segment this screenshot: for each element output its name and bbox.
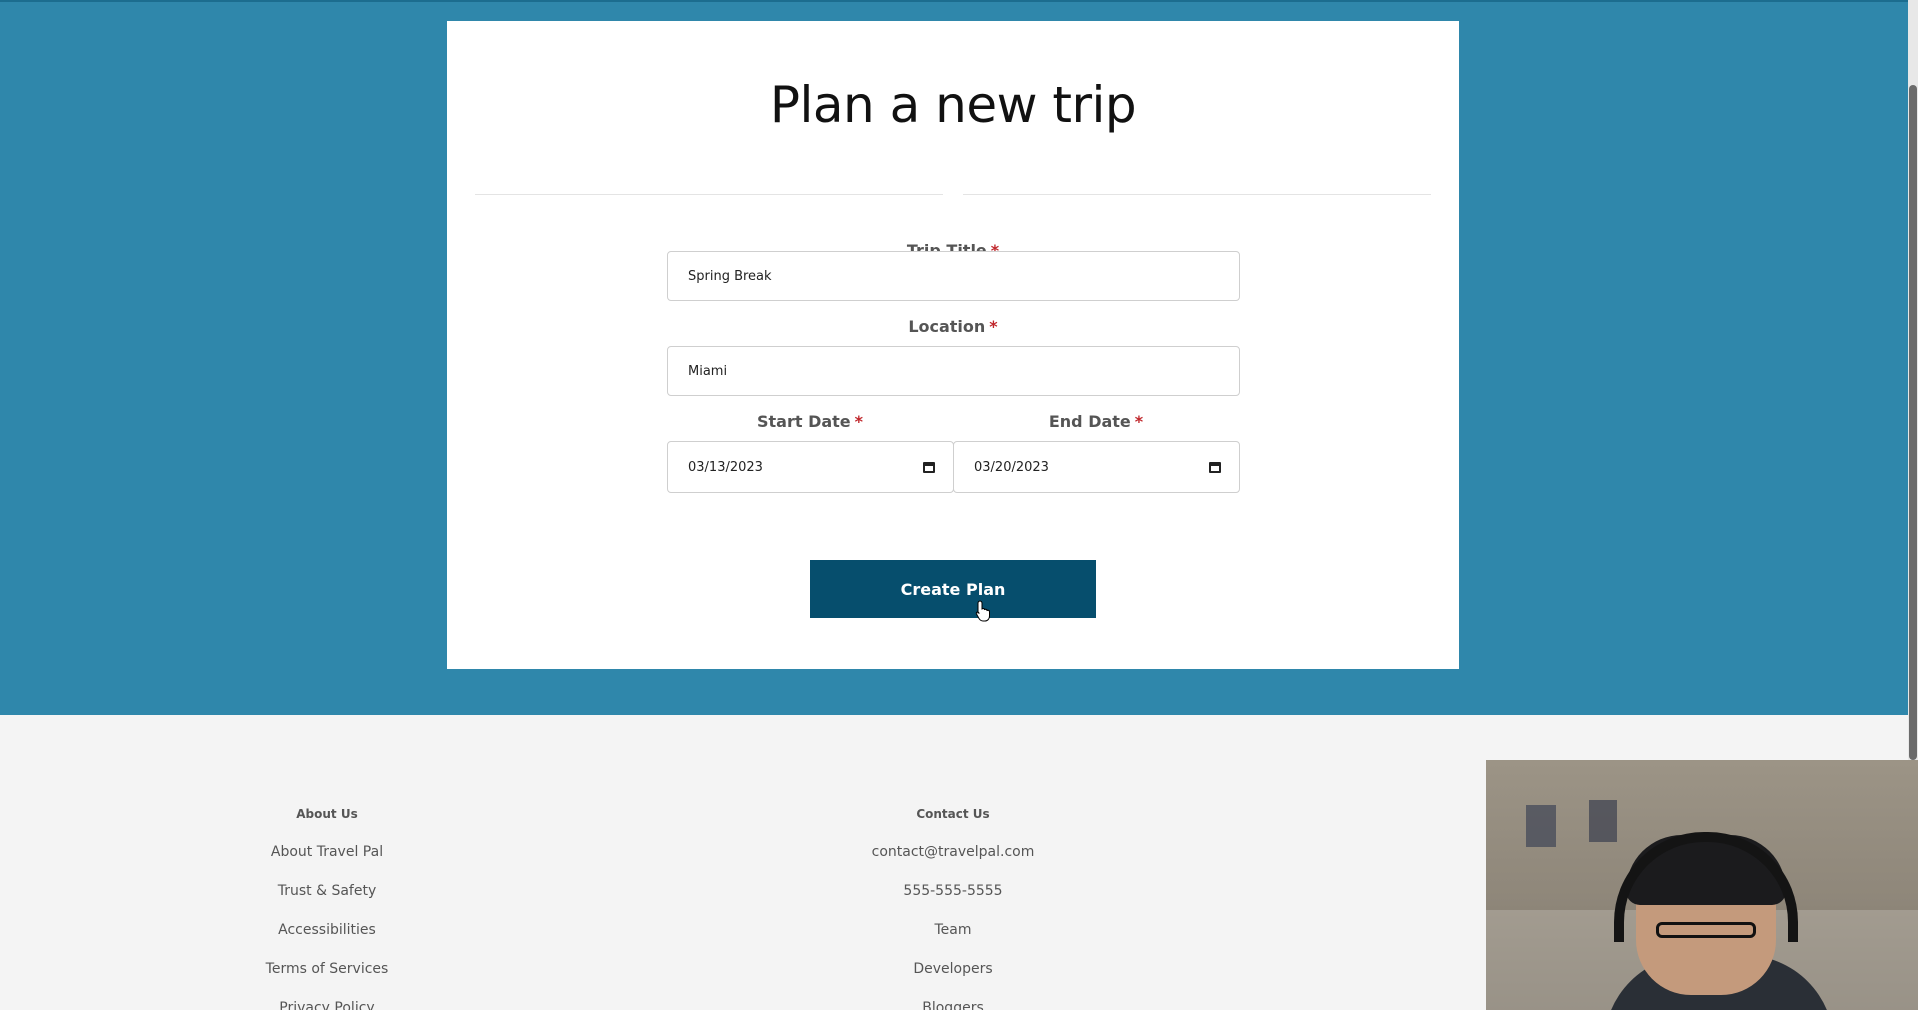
trip-title-value: Spring Break (688, 268, 772, 284)
trip-title-input[interactable]: Spring Break (667, 251, 1240, 301)
glasses-icon (1656, 922, 1756, 938)
location-label-text: Location (908, 317, 986, 336)
end-date-input[interactable]: 03/20/2023 (953, 441, 1240, 493)
footer-link-trust-safety[interactable]: Trust & Safety (177, 883, 477, 899)
required-marker: * (989, 317, 998, 336)
footer-link-terms-of-services[interactable]: Terms of Services (177, 961, 477, 977)
webcam-picture-frame (1589, 800, 1617, 842)
create-plan-button[interactable]: Create Plan (810, 560, 1096, 618)
divider-right (963, 194, 1431, 195)
footer-link-accessibilities[interactable]: Accessibilities (177, 922, 477, 938)
location-value: Miami (688, 363, 728, 379)
webcam-picture-frame (1526, 805, 1556, 847)
footer-link-team[interactable]: Team (803, 922, 1103, 938)
plan-trip-card: Plan a new trip Trip Title* Spring Break… (447, 21, 1459, 669)
required-marker: * (854, 412, 864, 431)
footer-link-email[interactable]: contact@travelpal.com (803, 844, 1103, 860)
start-date-value: 03/13/2023 (688, 459, 763, 475)
page: Plan a new trip Trip Title* Spring Break… (0, 0, 1918, 1010)
end-date-label-text: End Date (1048, 412, 1131, 431)
divider-left (475, 194, 943, 195)
start-date-input[interactable]: 03/13/2023 (667, 441, 954, 493)
location-label: Location * (662, 317, 1244, 336)
start-date-label: Start Date * (667, 412, 953, 431)
scrollbar-thumb[interactable] (1909, 85, 1917, 760)
required-marker: * (1134, 412, 1144, 431)
end-date-value: 03/20/2023 (974, 459, 1049, 475)
footer-contact-heading: Contact Us (916, 807, 990, 821)
footer-link-privacy-policy[interactable]: Privacy Policy (177, 1000, 477, 1010)
footer-link-about-travel-pal[interactable]: About Travel Pal (177, 844, 477, 860)
footer-link-developers[interactable]: Developers (803, 961, 1103, 977)
location-input[interactable]: Miami (667, 346, 1240, 396)
calendar-icon[interactable] (923, 461, 935, 473)
calendar-icon[interactable] (1209, 461, 1221, 473)
hero-section: Plan a new trip Trip Title* Spring Break… (0, 2, 1908, 715)
end-date-label: End Date * (953, 412, 1239, 431)
footer-about-heading: About Us (296, 807, 358, 821)
hand-pointer-cursor-icon (975, 600, 990, 622)
start-date-label-text: Start Date (756, 412, 851, 431)
webcam-overlay (1486, 760, 1918, 1010)
footer-link-bloggers[interactable]: Bloggers (803, 1000, 1103, 1010)
page-title: Plan a new trip (769, 76, 1137, 134)
footer-link-phone[interactable]: 555-555-5555 (803, 883, 1103, 899)
